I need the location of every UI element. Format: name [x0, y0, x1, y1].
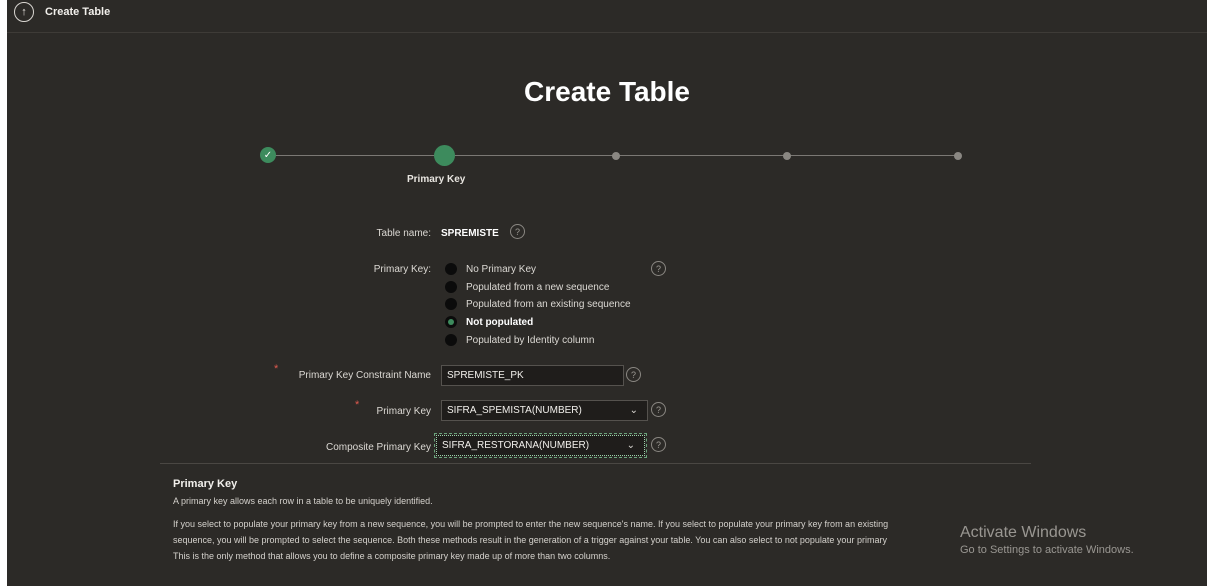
help-panel-text-2: If you select to populate your primary k… [173, 519, 889, 529]
constraint-name-help-icon[interactable]: ? [626, 367, 641, 382]
wizard-progress: ✓ [260, 138, 962, 178]
help-panel-text-1: A primary key allows each row in a table… [173, 496, 433, 506]
step-4-pending [783, 152, 791, 160]
table-name-help-icon[interactable]: ? [510, 224, 525, 239]
primary-key-column-label: Primary Key [376, 406, 431, 417]
step-1-complete-check-icon[interactable]: ✓ [260, 147, 276, 163]
chevron-down-icon: ⌄ [626, 440, 635, 451]
radio-new-sequence[interactable]: Populated from a new sequence [445, 280, 609, 294]
table-name-value: SPREMISTE [441, 228, 499, 239]
radio-label: No Primary Key [466, 263, 537, 275]
top-bar-title: Create Table [45, 6, 111, 18]
composite-primary-key-value: SIFRA_RESTORANA(NUMBER) [442, 440, 590, 451]
step-5-pending [954, 152, 962, 160]
radio-no-primary-key[interactable]: No Primary Key [445, 262, 536, 276]
composite-primary-key-help-icon[interactable]: ? [651, 437, 666, 452]
windows-activation-watermark-subtext: Go to Settings to activate Windows. [960, 544, 1134, 556]
radio-label: Not populated [466, 316, 534, 328]
page-title: Create Table [524, 76, 690, 107]
primary-key-column-value: SIFRA_SPEMISTA(NUMBER) [447, 405, 582, 416]
primary-key-column-select[interactable]: SIFRA_SPEMISTA(NUMBER) ⌄ [441, 400, 648, 421]
composite-primary-key-select[interactable]: SIFRA_RESTORANA(NUMBER) ⌄ [434, 433, 647, 458]
current-step-label: Primary Key [407, 174, 466, 185]
divider [160, 463, 1031, 464]
step-2-current [434, 145, 455, 166]
radio-button[interactable] [445, 298, 457, 310]
radio-button[interactable] [445, 334, 457, 346]
primary-key-type-label: Primary Key: [373, 264, 431, 275]
radio-identity-column[interactable]: Populated by Identity column [445, 333, 594, 347]
primary-key-type-help-icon[interactable]: ? [651, 261, 666, 276]
radio-label: Populated by Identity column [466, 334, 595, 346]
create-table-wizard: ↑ Create Table Create Table ✓ Primary Ke… [7, 0, 1207, 586]
chevron-down-icon: ⌄ [629, 405, 638, 416]
radio-button[interactable] [445, 281, 457, 293]
radio-not-populated[interactable]: Not populated [445, 315, 533, 329]
arrow-up-circle-icon[interactable]: ↑ [14, 2, 34, 22]
composite-primary-key-label: Composite Primary Key [325, 442, 431, 453]
top-bar: ↑ Create Table [7, 0, 1207, 33]
radio-button-checked[interactable] [445, 316, 457, 328]
radio-label: Populated from a new sequence [466, 281, 610, 293]
radio-button[interactable] [445, 263, 457, 275]
table-name-label: Table name: [376, 228, 431, 239]
constraint-name-label: Primary Key Constraint Name [298, 370, 431, 381]
radio-existing-sequence[interactable]: Populated from an existing sequence [445, 297, 631, 311]
primary-key-column-help-icon[interactable]: ? [651, 402, 666, 417]
help-panel-title: Primary Key [173, 478, 238, 490]
radio-label: Populated from an existing sequence [466, 298, 631, 310]
constraint-name-input[interactable]: SPREMISTE_PK [441, 365, 624, 386]
help-panel-text-3: sequence, you will be prompted to select… [173, 535, 887, 545]
step-3-pending [612, 152, 620, 160]
windows-activation-watermark: Activate Windows [960, 524, 1087, 541]
help-panel-text-4: This is the only method that allows you … [173, 551, 611, 561]
